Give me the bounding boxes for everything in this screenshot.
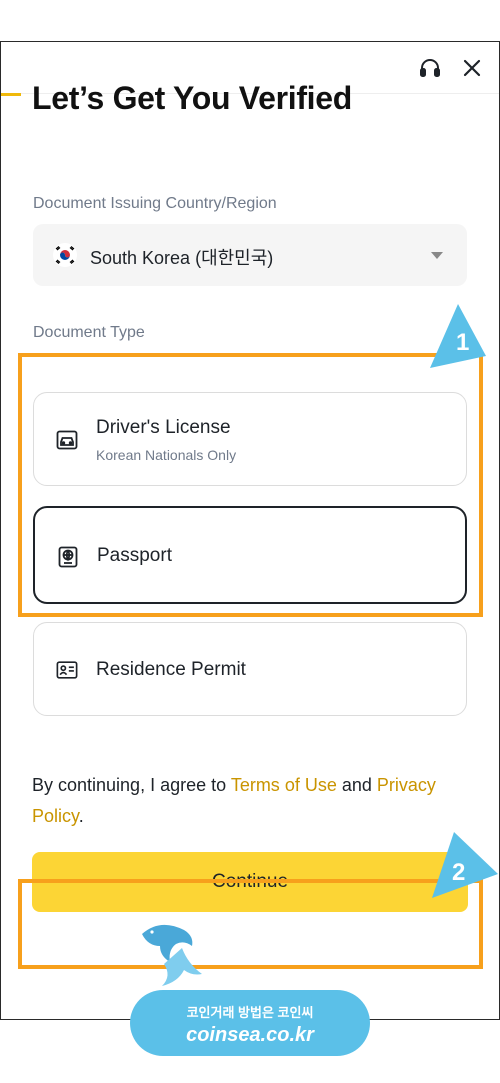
option-title: Residence Permit [96, 659, 246, 680]
option-residence-permit[interactable]: Residence Permit [33, 622, 467, 716]
chevron-down-icon [431, 252, 443, 259]
close-icon[interactable] [458, 54, 486, 82]
page-title: Let’s Get You Verified [32, 80, 353, 116]
consent-prefix: By continuing, I agree to [32, 775, 231, 795]
watermark-line-1: 코인거래 방법은 코인씨 [186, 1005, 314, 1020]
marker-1-label: 1 [456, 329, 469, 356]
highlight-box-1 [18, 353, 483, 617]
korea-flag-icon [53, 243, 77, 267]
marker-1-arrow-icon: 1 [430, 304, 486, 368]
watermark-badge: 코인거래 방법은 코인씨 coinsea.co.kr [130, 990, 370, 1056]
country-select[interactable]: South Korea (대한민국) [33, 224, 467, 286]
country-value: South Korea (대한민국) [90, 248, 274, 268]
terms-link[interactable]: Terms of Use [231, 775, 337, 795]
consent-text: By continuing, I agree to Terms of Use a… [32, 770, 472, 832]
document-type-label: Document Type [33, 324, 145, 341]
consent-suffix: . [78, 806, 84, 826]
progress-indicator [1, 93, 21, 96]
headset-icon[interactable] [416, 54, 444, 82]
country-label: Document Issuing Country/Region [33, 195, 277, 212]
marker-2-arrow-icon: 2 [432, 832, 498, 898]
id-card-icon [56, 659, 78, 681]
marker-2-label: 2 [452, 859, 465, 886]
dolphin-logo-icon [142, 924, 202, 986]
consent-middle: and [336, 775, 377, 795]
watermark-line-2: coinsea.co.kr [186, 1024, 314, 1046]
highlight-box-2 [18, 879, 483, 969]
